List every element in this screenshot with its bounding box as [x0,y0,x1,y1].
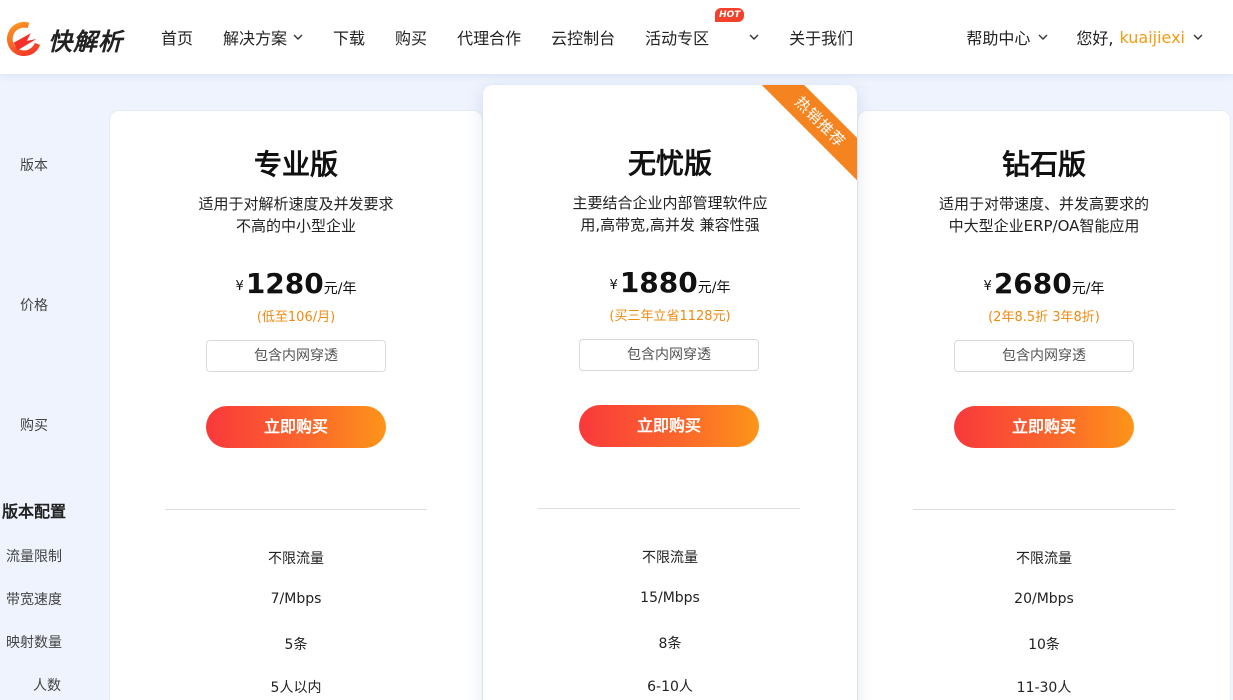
spec-mapping: 5条 [284,637,308,653]
buy-now-button[interactable]: 立即购买 [954,406,1134,448]
header-right: 帮助中心 您好, kuaijiexi [966,0,1203,74]
nav-label: 解决方案 [223,29,288,48]
user-menu[interactable]: kuaijiexi [1119,28,1203,47]
row-label-version: 版本 [20,158,48,174]
nav-item-console[interactable]: 云控制台 [551,25,615,49]
help-center-menu[interactable]: 帮助中心 [966,25,1048,49]
row-label-traffic: 流量限制 [6,549,62,565]
row-label-buy: 购买 [20,418,48,434]
spec-bandwidth: 20/Mbps [1014,591,1074,607]
nav-item-agent[interactable]: 代理合作 [457,25,521,49]
price-unit: 元/年 [323,281,357,297]
price-unit: 元/年 [1071,281,1105,297]
price-unit: 元/年 [697,280,731,296]
row-label-price: 价格 [20,298,48,314]
price-value: 1880 [619,266,698,299]
nav-label: 首页 [161,29,194,48]
brand-logo[interactable]: 快解析 [6,20,123,58]
logo-icon [6,21,42,57]
nav-label: 代理合作 [457,29,522,48]
price-note: (低至106/月) [256,310,336,325]
main-nav: 首页 解决方案 下载 购买 代理合作 云控制台 活动专区 HOT 关于我们 [161,0,883,74]
greeting-text: 您好, [1076,29,1114,48]
plan-title: 专业版 [253,148,338,181]
nav-label: 下载 [333,29,366,48]
plan-card-diamond: 钻石版 适用于对带速度、并发高要求的 中大型企业ERP/OA智能应用 ¥2680… [857,110,1231,700]
nav-item-events[interactable]: 活动专区 HOT [645,8,759,49]
spec-mapping: 10条 [1028,637,1060,653]
spec-mapping: 8条 [658,636,682,652]
divider [538,508,800,509]
spec-users: 11-30人 [1016,680,1072,696]
section-title-config: 版本配置 [2,502,67,521]
nav-item-download[interactable]: 下载 [333,25,365,49]
spec-users: 6-10人 [647,679,693,695]
plan-desc-line2: 中大型企业ERP/OA智能应用 [948,217,1140,235]
plan-desc-line1: 适用于对解析速度及并发要求 [198,195,394,213]
price-note: (买三年立省1128元) [609,309,731,324]
plan-price: ¥2680元/年 [858,267,1230,300]
nav-item-home[interactable]: 首页 [161,25,193,49]
price-value: 2680 [993,267,1072,300]
help-label: 帮助中心 [966,29,1031,48]
nav-label: 云控制台 [551,29,616,48]
plan-desc-line1: 主要结合企业内部管理软件应 [572,194,768,212]
username: kuaijiexi [1119,27,1185,47]
plan-card-worryfree: 热销推荐 无忧版 主要结合企业内部管理软件应 用,高带宽,高并发 兼容性强 ¥1… [483,85,857,700]
plan-price: ¥1280元/年 [110,267,482,300]
price-value: 1280 [245,267,324,300]
plan-title: 钻石版 [1001,148,1086,181]
spec-users: 5人以内 [270,680,322,696]
chevron-down-icon [749,34,759,40]
currency-symbol: ¥ [235,279,244,294]
plan-desc-line1: 适用于对带速度、并发高要求的 [938,195,1149,213]
spec-bandwidth: 15/Mbps [640,590,700,606]
currency-symbol: ¥ [983,279,992,294]
plan-desc-line2: 用,高带宽,高并发 兼容性强 [580,216,760,234]
include-tag: 包含内网穿透 [206,340,386,372]
plan-title: 无忧版 [627,147,712,180]
hot-badge: HOT [715,8,745,22]
row-label-bandwidth: 带宽速度 [6,592,62,608]
include-tag: 包含内网穿透 [954,340,1134,372]
nav-label: 关于我们 [789,29,854,48]
nav-label: 活动专区 [645,29,710,48]
buy-now-button[interactable]: 立即购买 [206,406,386,448]
currency-symbol: ¥ [609,278,618,293]
nav-item-buy[interactable]: 购买 [395,25,427,49]
buy-now-button[interactable]: 立即购买 [579,405,759,447]
row-label-mapping: 映射数量 [6,635,62,651]
chevron-down-icon [293,34,303,40]
plan-price: ¥1880元/年 [483,266,857,299]
price-note: (2年8.5折 3年8折) [988,310,1100,325]
chevron-down-icon [1038,34,1048,40]
nav-item-about[interactable]: 关于我们 [789,25,853,49]
spec-traffic: 不限流量 [268,551,324,567]
top-header: 快解析 首页 解决方案 下载 购买 代理合作 云控制台 活动专区 HOT 关于我… [0,0,1233,74]
spec-bandwidth: 7/Mbps [270,591,322,607]
overlay-spacer [0,666,62,686]
spec-traffic: 不限流量 [1016,551,1072,567]
plan-desc-line2: 不高的中小型企业 [235,217,356,235]
plan-card-pro: 专业版 适用于对解析速度及并发要求 不高的中小型企业 ¥1280元/年 (低至1… [109,110,483,700]
include-tag: 包含内网穿透 [579,339,759,371]
nav-label: 购买 [395,29,428,48]
nav-item-solutions[interactable]: 解决方案 [223,25,303,49]
chevron-down-icon [1193,34,1203,40]
divider [913,509,1175,510]
brand-name: 快解析 [48,27,123,56]
spec-traffic: 不限流量 [642,550,698,566]
divider [165,509,427,510]
